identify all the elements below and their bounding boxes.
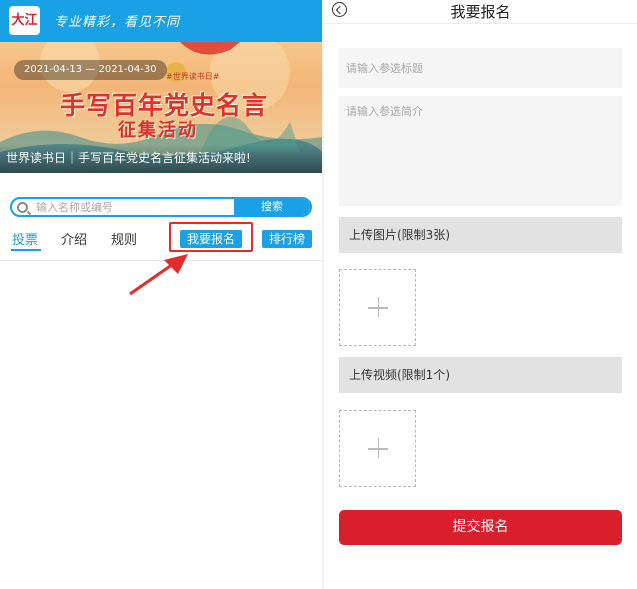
image-upload-plus-icon[interactable]: [339, 269, 416, 346]
tab-vote[interactable]: 投票: [12, 229, 38, 248]
page-title: 我要报名: [450, 3, 511, 21]
video-upload-plus-icon[interactable]: [339, 410, 416, 487]
search-icon: [17, 202, 28, 213]
search-bar: 搜索: [10, 197, 312, 217]
right-screen: 我要报名 上传图片(限制3张) 上传视频(限制1个) 提交报名: [324, 0, 637, 589]
tab-intro[interactable]: 介绍: [61, 229, 87, 248]
left-screen: 大江 专业精彩，看见不同 2021-04-13 — 2021-04-30 #世界…: [0, 0, 322, 589]
activity-banner[interactable]: 2021-04-13 — 2021-04-30 #世界读书日# 手写百年党史名言…: [0, 42, 322, 173]
image-upload-label: 上传图片(限制3张): [339, 217, 622, 253]
banner-caption: 世界读书日｜手写百年党史名言征集活动来啦!: [6, 151, 251, 165]
app-slogan: 专业精彩，看见不同: [54, 15, 181, 30]
video-upload-label: 上传视频(限制1个): [339, 357, 622, 393]
pointer-arrow-icon: [129, 254, 188, 296]
app-header: 大江 专业精彩，看见不同: [0, 0, 322, 42]
signup-highlight-box: [169, 222, 253, 252]
search-button[interactable]: 搜索: [234, 199, 310, 215]
app-logo: 大江: [9, 6, 40, 35]
banner-tag: #世界读书日#: [166, 72, 220, 81]
entry-title-field[interactable]: [339, 48, 622, 88]
ranking-button[interactable]: 排行榜: [262, 230, 312, 248]
active-tab-indicator: [11, 249, 41, 251]
entry-intro-field[interactable]: [339, 96, 622, 206]
banner-subheadline: 征集活动: [118, 120, 198, 141]
signup-header: 我要报名: [324, 0, 637, 24]
activity-date-range: 2021-04-13 — 2021-04-30: [14, 60, 167, 80]
search-input[interactable]: [36, 199, 236, 215]
tab-rules[interactable]: 规则: [111, 229, 137, 248]
back-icon[interactable]: [332, 2, 347, 17]
submit-signup-button[interactable]: 提交报名: [339, 510, 622, 545]
